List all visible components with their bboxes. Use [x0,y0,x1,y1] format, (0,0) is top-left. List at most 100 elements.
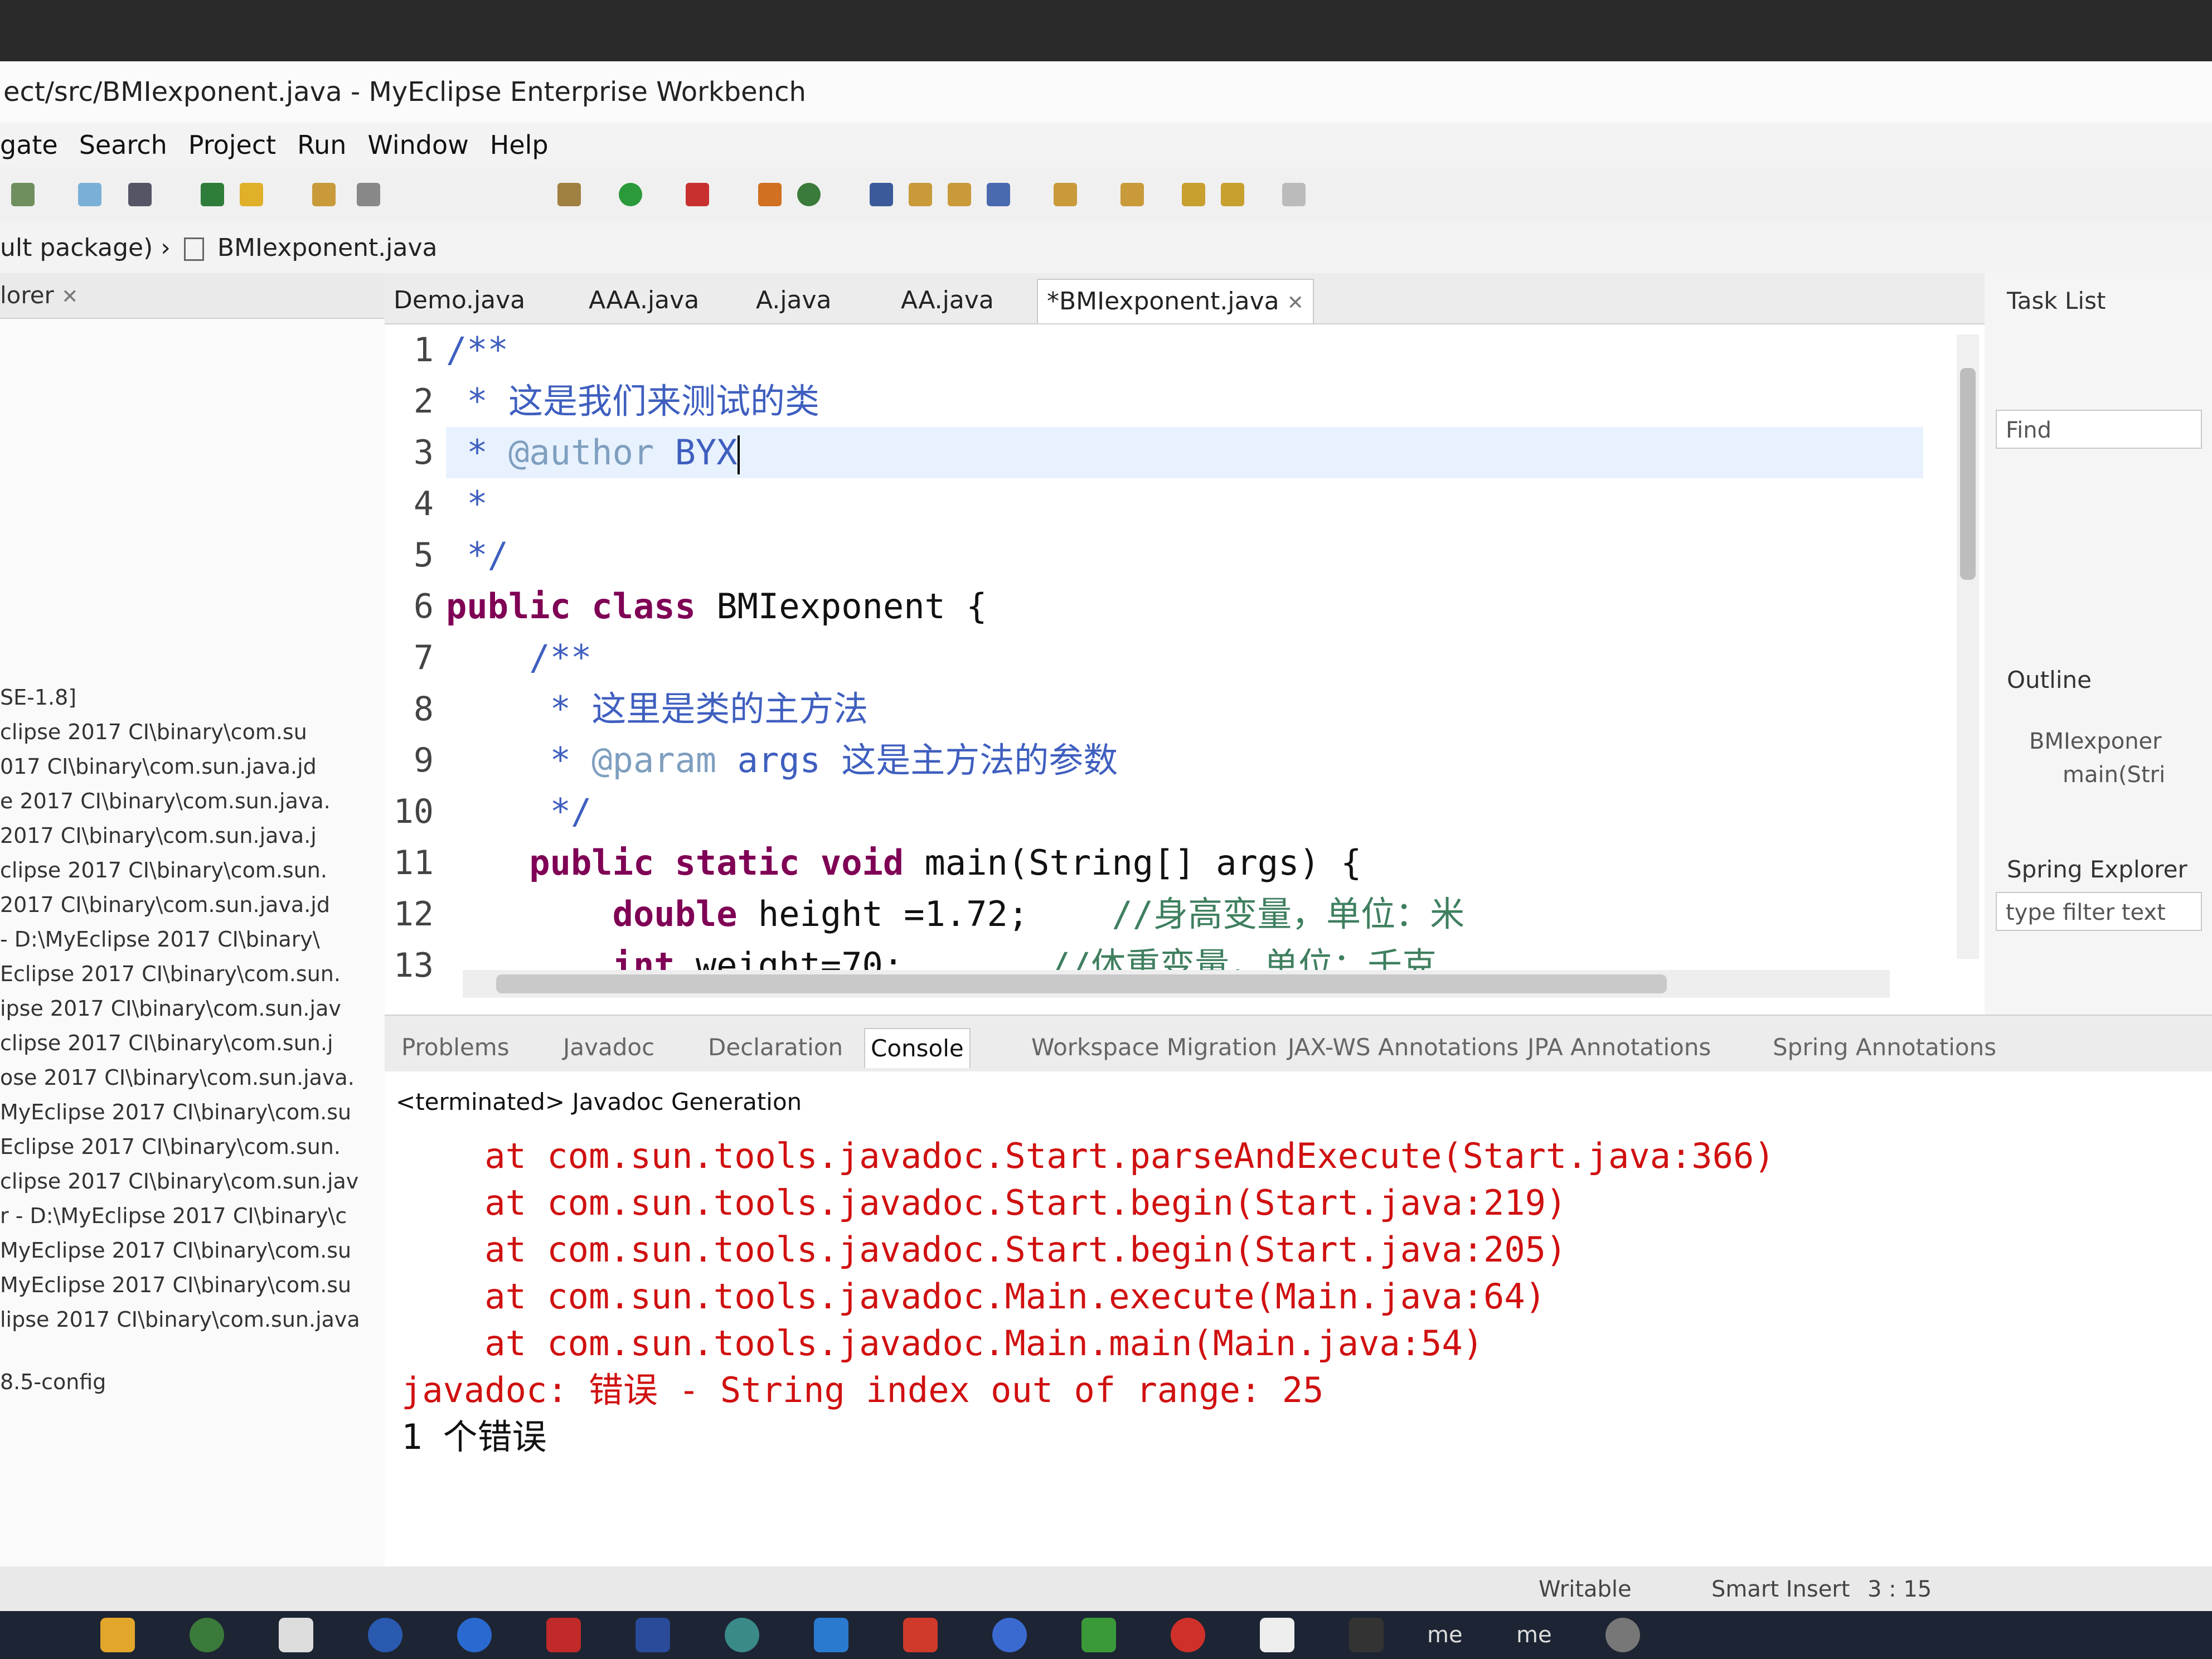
mail-icon[interactable] [279,1618,313,1652]
tab-aa[interactable]: AA.java [892,279,1003,322]
tree-item[interactable]: Eclipse 2017 CI\binary\com.sun. [0,957,368,991]
menu-help[interactable]: Help [490,123,549,167]
app-icon[interactable] [814,1618,848,1652]
next-annotation-icon[interactable] [1054,183,1077,206]
highlight-icon[interactable] [240,183,263,206]
terminal-icon[interactable] [1349,1618,1384,1652]
tree-item[interactable]: r - D:\MyEclipse 2017 CI\binary\c [0,1199,368,1233]
app-icon[interactable] [546,1618,581,1652]
back-icon[interactable] [1221,183,1244,206]
store-icon[interactable] [1260,1618,1294,1652]
tab-a[interactable]: A.java [747,279,841,322]
spring-explorer-header[interactable]: Spring Explorer [1985,847,2187,892]
menu-project[interactable]: Project [188,123,276,167]
breadcrumb-package[interactable]: ult package) [0,234,153,262]
app-icon[interactable] [992,1618,1027,1652]
menu-navigate[interactable]: gate [0,123,58,167]
tab-jpa[interactable]: JPA Annotations [1527,1028,1711,1067]
tree-item[interactable]: ipse 2017 CI\binary\com.sun.jav [0,991,368,1026]
status-bar: Writable Smart Insert 3 : 15 [0,1566,2212,1611]
tree-item[interactable]: clipse 2017 CI\binary\com.su [0,715,368,749]
new-class-icon[interactable] [797,183,821,206]
grid-icon[interactable] [128,183,152,206]
tree-item[interactable]: 2017 CI\binary\com.sun.java.j [0,818,368,853]
editor-vertical-scrollbar[interactable] [1957,334,1979,959]
switch-icon[interactable] [78,183,101,206]
tree-item[interactable]: 017 CI\binary\com.sun.java.jd [0,749,368,784]
app-icon[interactable] [368,1618,402,1652]
editor-horizontal-scrollbar[interactable] [463,970,1890,998]
doc-icon[interactable] [357,183,380,206]
tab-problems[interactable]: Problems [401,1028,510,1067]
tree-item[interactable]: ose 2017 CI\binary\com.sun.java. [0,1060,368,1095]
tree-item[interactable]: MyEclipse 2017 CI\binary\com.su [0,1268,368,1302]
tree-item[interactable]: MyEclipse 2017 CI\binary\com.su [0,1233,368,1268]
folder-icon[interactable] [948,183,971,206]
console-output[interactable]: at com.sun.tools.javadoc.Start.parseAndE… [401,1133,1775,1461]
tab-bmiexponent[interactable]: *BMIexponent.java ✕ [1037,279,1314,323]
app-icon[interactable] [457,1618,492,1652]
tree-item[interactable]: MyEclipse 2017 CI\binary\com.su [0,1095,368,1129]
prev-annotation-icon[interactable] [1120,183,1144,206]
tree-item[interactable]: 2017 CI\binary\com.sun.java.jd [0,887,368,922]
tab-javadoc[interactable]: Javadoc [563,1028,654,1067]
tree-item[interactable]: Eclipse 2017 CI\binary\com.sun. [0,1129,368,1164]
debug-icon[interactable] [557,183,581,206]
filter-input[interactable]: type filter text [1996,892,2202,931]
tree-item[interactable]: clipse 2017 CI\binary\com.sun. [0,853,368,887]
pin-icon[interactable] [201,183,224,206]
tab-jax-ws[interactable]: JAX-WS Annotations [1288,1028,1519,1067]
comment-text: BYX [654,432,738,473]
tree-item[interactable]: - D:\MyEclipse 2017 CI\binary\ [0,922,368,957]
menu-search[interactable]: Search [79,123,167,167]
new-icon[interactable] [11,183,35,206]
tab-declaration[interactable]: Declaration [708,1028,843,1067]
outline-header[interactable]: Outline [1985,658,2092,702]
tab-demo[interactable]: Demo.java [385,279,534,322]
app-me[interactable]: me [1516,1618,1552,1652]
app-me[interactable]: me [1427,1618,1463,1652]
breadcrumb-file[interactable]: BMIexponent.java [217,234,438,262]
file-explorer-icon[interactable] [100,1618,135,1652]
menu-run[interactable]: Run [297,123,346,167]
tree-item[interactable]: clipse 2017 CI\binary\com.sun.j [0,1026,368,1060]
app-icon[interactable] [190,1618,224,1652]
run-icon[interactable] [619,183,642,206]
app-icon[interactable] [1605,1618,1640,1652]
find-input[interactable]: Find [1996,410,2202,449]
tree-item[interactable]: e 2017 CI\binary\com.sun.java. [0,784,368,818]
open-type-icon[interactable] [870,183,893,206]
tab-aaa[interactable]: AAA.java [580,279,708,322]
app-icon[interactable] [1171,1618,1205,1652]
line-number: 9 [413,741,434,780]
breadcrumb: ult package) › BMIexponent.java [0,223,2212,273]
forward-icon[interactable] [1282,183,1306,206]
annotation-icon[interactable] [312,183,336,206]
outline-method[interactable]: main(Stri [1985,753,2165,797]
app-icon[interactable] [636,1618,670,1652]
app-icon[interactable] [903,1618,938,1652]
code-area[interactable]: /** * 这是我们来测试的类 * @author BYX * */ publi… [446,324,1923,986]
tree-item[interactable]: clipse 2017 CI\binary\com.sun.jav [0,1164,368,1199]
scroll-thumb[interactable] [496,974,1667,993]
menu-window[interactable]: Window [367,123,468,167]
tree-item[interactable]: 8.5-config [0,1365,368,1399]
run-external-icon[interactable] [686,183,709,206]
scroll-thumb[interactable] [1960,368,1976,580]
app-icon[interactable] [1081,1618,1116,1652]
open-folder-icon[interactable] [909,183,932,206]
tree-item[interactable]: SE-1.8] [0,680,368,715]
package-explorer-title[interactable]: lorer [0,282,54,309]
last-edit-icon[interactable] [1182,183,1205,206]
tree-item[interactable]: lipse 2017 CI\binary\com.sun.java [0,1302,368,1337]
tab-console[interactable]: Console [864,1028,971,1068]
close-icon[interactable]: ✕ [1287,292,1304,314]
search-icon[interactable] [987,183,1010,206]
new-package-icon[interactable] [758,183,782,206]
tab-spring-annotations[interactable]: Spring Annotations [1773,1028,1996,1067]
tab-workspace-migration[interactable]: Workspace Migration [1031,1028,1277,1067]
toolbar [0,167,2212,223]
close-icon[interactable]: ✕ [61,285,78,308]
task-list-header[interactable]: Task List [1985,279,2106,323]
app-icon[interactable] [725,1618,759,1652]
